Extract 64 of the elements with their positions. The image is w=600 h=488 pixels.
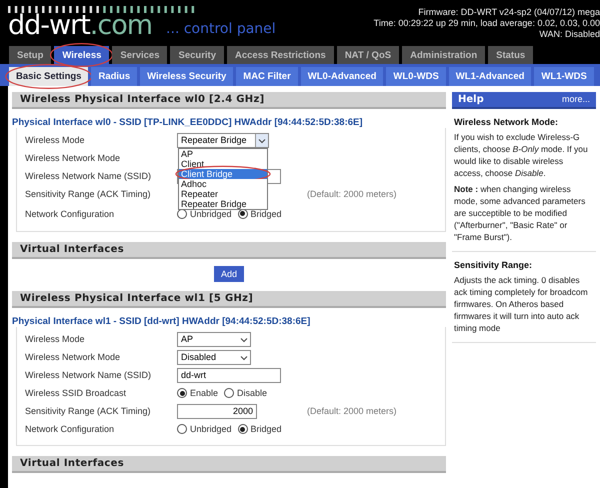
radio-button[interactable] [177, 424, 187, 434]
field-label: Network Configuration [25, 424, 116, 434]
select-field[interactable]: AP [177, 332, 251, 346]
field-label: Wireless Mode [25, 334, 86, 344]
nav-tab[interactable]: Setup [9, 46, 52, 64]
field-label: Wireless SSID Broadcast [25, 388, 128, 398]
section-header: Virtual Interfaces [12, 242, 446, 259]
field-label: Network Configuration [25, 208, 116, 218]
section-header: Wireless Physical Interface wl1 [5 GHz] [12, 291, 446, 308]
radio-option[interactable]: Bridged [238, 424, 282, 434]
nav-tab[interactable]: Access Restrictions [226, 46, 334, 64]
number-field[interactable]: 2000 [177, 404, 257, 418]
add-button[interactable]: Add [214, 266, 244, 282]
nav-tab[interactable]: Security [170, 46, 224, 64]
field-label: Wireless Network Name (SSID) [25, 370, 152, 380]
nav-tab[interactable]: Services [112, 46, 168, 64]
field-label: Sensitivity Range (ACK Timing) [25, 406, 152, 416]
radio-option[interactable]: Disable [224, 388, 268, 398]
help-heading: Sensitivity Range: [454, 260, 534, 270]
nav-tab[interactable]: NAT / QoS [336, 46, 400, 64]
hint-text: (Default: 2000 meters) [307, 406, 397, 416]
status-text: Time: 00:29:22 up 29 min, load average: 0.02, 0.03, 0.00 [374, 18, 600, 29]
help-text: If you wish to exclude Wireless-G clients, choose B-Only mode. If you would like to disable wireless access, choose Disable. [454, 131, 589, 179]
caret-icon [258, 136, 266, 144]
fieldset-legend: Physical Interface wl0 - SSID [TP-LINK_EE0DDC] HWAddr [94:44:52:5D:38:6E] [12, 117, 446, 128]
nav-tab[interactable]: Status [488, 46, 534, 64]
field-label: Wireless Network Mode [25, 153, 122, 163]
logo: dd-wrt.com [8, 13, 152, 39]
fieldset-legend: Physical Interface wl1 - SSID [dd-wrt] HWAddr [94:44:52:5D:38:6E] [12, 316, 446, 327]
radio-option[interactable]: Bridged [238, 208, 282, 218]
field-label: Wireless Mode [25, 135, 86, 145]
status-text: Firmware: DD-WRT v24-sp2 (04/07/12) mega [418, 7, 600, 18]
radio-button[interactable] [224, 388, 234, 398]
tagline: ... control panel [166, 21, 276, 37]
section-header: Wireless Physical Interface wl0 [2.4 GHz] [12, 92, 446, 109]
sub-tab[interactable]: WL1-WDS [534, 67, 594, 86]
sub-tab[interactable]: WL0-Advanced [300, 67, 384, 86]
help-title: Help [458, 94, 484, 105]
highlight-ellipse [50, 43, 114, 67]
section-header: Virtual Interfaces [12, 456, 446, 473]
text-field[interactable]: dd-wrt [177, 368, 281, 382]
field-label: Wireless Network Mode [25, 352, 122, 362]
field-label: Sensitivity Range (ACK Timing) [25, 189, 152, 199]
caret-icon [240, 336, 248, 344]
radio-button[interactable] [238, 424, 248, 434]
nav-tab[interactable]: Administration [402, 46, 486, 64]
hint-text: (Default: 2000 meters) [307, 189, 397, 199]
sub-tab[interactable]: Wireless Security [140, 67, 234, 86]
more-link[interactable]: more... [562, 94, 590, 105]
radio-button[interactable] [177, 388, 187, 398]
radio-option[interactable]: Enable [177, 388, 218, 398]
field-label: Wireless Network Name (SSID) [25, 171, 152, 181]
caret-icon [240, 354, 248, 362]
sub-tab[interactable]: WL0-WDS [386, 67, 446, 86]
radio-option[interactable]: Unbridged [177, 424, 232, 434]
help-text: Note : when changing wireless mode, some advanced parameters are succeptible to be modified ("Afterburner", "Basic Rate" or "Frame Burst"). [454, 183, 586, 243]
select-field[interactable]: Disabled [177, 350, 251, 364]
help-text: Adjusts the ack timing. 0 disables ack timing completely for broadcom firmwares. On Atheros based firmwares it will turn into auto ack timing mode [454, 274, 589, 334]
sub-tab[interactable]: MAC Filter [236, 67, 298, 86]
sub-tab[interactable]: Radius [91, 67, 138, 86]
help-heading: Wireless Network Mode: [454, 117, 559, 127]
sub-tab[interactable]: WL1-Advanced [448, 67, 532, 86]
status-text: WAN: Disabled [539, 29, 600, 40]
radio-option[interactable]: Unbridged [177, 208, 232, 218]
